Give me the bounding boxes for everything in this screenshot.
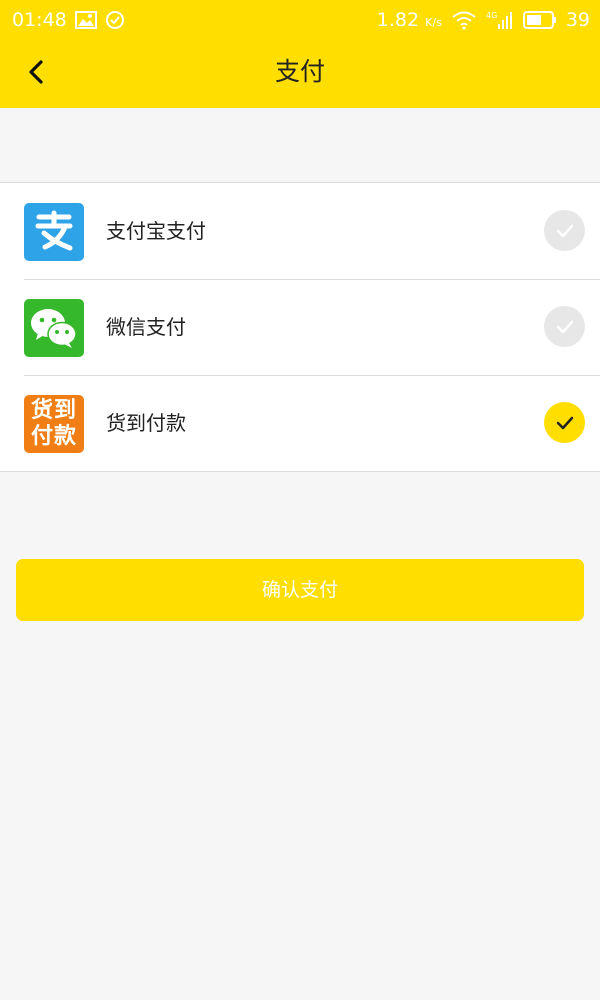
radio-unchecked-icon[interactable] (544, 210, 585, 251)
image-icon (74, 11, 97, 29)
payment-option-label: 货到付款 (106, 411, 186, 435)
svg-text:4G: 4G (486, 11, 497, 20)
payment-options-list: 支付宝支付 微信支付 货到 付款 货到付款 (0, 182, 600, 472)
payment-option-label: 支付宝支付 (106, 219, 206, 243)
check-circle-icon (105, 10, 125, 30)
status-bar: 01:48 1.82 K/s 4G 39 (0, 0, 600, 40)
cod-logo-text-bottom: 付款 (30, 424, 77, 449)
wechat-logo (24, 299, 84, 357)
battery-icon (522, 11, 557, 29)
navigation-bar: 支付 (0, 40, 600, 108)
page-title: 支付 (274, 57, 325, 86)
payment-option-label: 微信支付 (106, 315, 186, 339)
payment-option-cod[interactable]: 货到 付款 货到付款 (0, 375, 600, 471)
cash-on-delivery-logo: 货到 付款 (24, 395, 84, 453)
radio-unchecked-icon[interactable] (544, 306, 585, 347)
payment-option-wechat[interactable]: 微信支付 (0, 279, 600, 375)
signal-icon: 4G (486, 10, 514, 30)
battery-level: 39 (565, 9, 590, 31)
wifi-icon (451, 10, 477, 30)
payment-option-alipay[interactable]: 支付宝支付 (0, 183, 600, 279)
radio-checked-icon[interactable] (544, 402, 585, 443)
confirm-payment-button[interactable]: 确认支付 (16, 559, 584, 621)
top-bar: 01:48 1.82 K/s 4G 39 支付 (0, 0, 600, 108)
status-time: 01:48 (12, 9, 67, 31)
cod-logo-text-top: 货到 (30, 398, 77, 423)
network-speed: 1.82 K/s (376, 9, 442, 31)
alipay-logo (24, 203, 84, 261)
